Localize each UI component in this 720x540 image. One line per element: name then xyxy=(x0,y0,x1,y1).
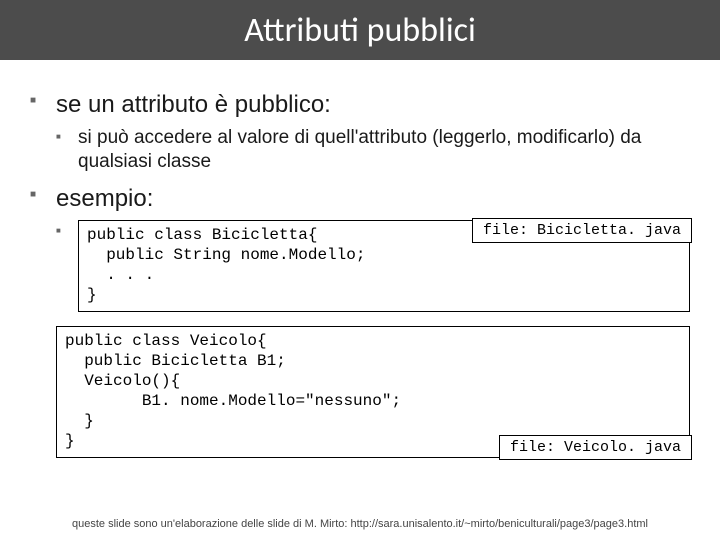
slide-title: Attributi pubblici xyxy=(244,10,476,51)
footer-text: queste slide sono un'elaborazione delle … xyxy=(0,518,720,530)
sub-bullet-list: si può accedere al valore di quell'attri… xyxy=(56,126,690,174)
file-label-2: file: Veicolo. java xyxy=(499,435,692,460)
bullet-text: esempio: xyxy=(56,184,690,214)
sub-bullet-item: public class Bicicletta{ public String n… xyxy=(56,220,690,458)
sub-bullet-list: public class Bicicletta{ public String n… xyxy=(56,220,690,458)
bullet-list: se un attributo è pubblico: si può acced… xyxy=(30,90,690,458)
content-area: se un attributo è pubblico: si può acced… xyxy=(0,60,720,458)
sub-bullet-item: si può accedere al valore di quell'attri… xyxy=(56,126,690,174)
code-block-2-wrap: public class Veicolo{ public Bicicletta … xyxy=(56,326,690,458)
sub-bullet-text: si può accedere al valore di quell'attri… xyxy=(78,126,690,174)
bullet-item: esempio: public class Bicicletta{ public… xyxy=(30,184,690,458)
bullet-text: se un attributo è pubblico: xyxy=(56,90,690,120)
title-bar: Attributi pubblici xyxy=(0,0,720,60)
slide: Attributi pubblici se un attributo è pub… xyxy=(0,0,720,540)
bullet-item: se un attributo è pubblico: si può acced… xyxy=(30,90,690,174)
file-label-1: file: Bicicletta. java xyxy=(472,218,692,243)
code-block-1-wrap: public class Bicicletta{ public String n… xyxy=(78,220,690,312)
